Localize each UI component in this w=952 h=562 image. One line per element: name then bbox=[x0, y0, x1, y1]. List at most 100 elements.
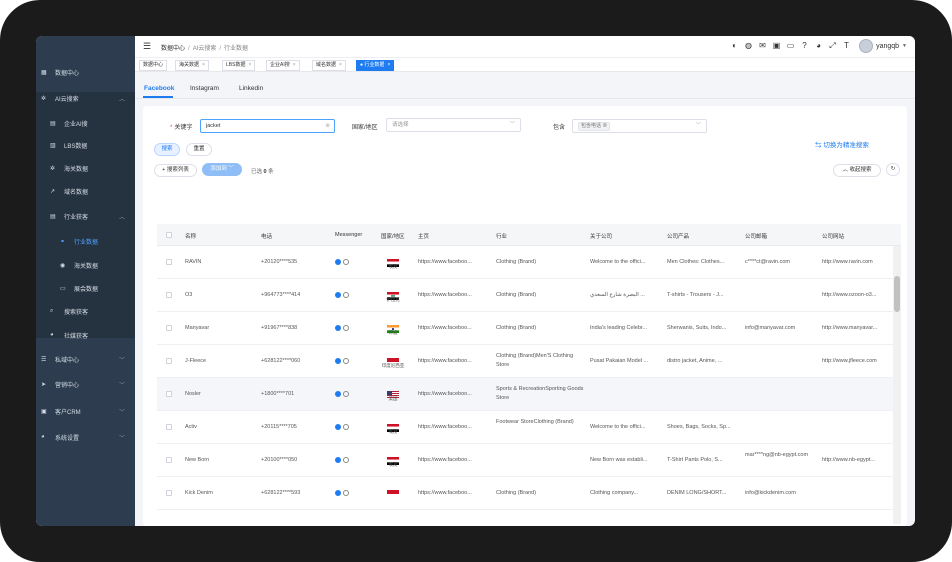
clear-icon[interactable]: ⊗ bbox=[325, 120, 330, 132]
tab-enterprise-ai[interactable]: 企业AI搜 × bbox=[266, 60, 300, 71]
cell-homepage[interactable]: https://www.faceboo... bbox=[418, 291, 490, 300]
table-row[interactable]: Activ +20115****705 埃及 https://www.faceboo.… bbox=[157, 411, 893, 444]
sidebar-item-marketing[interactable]: ➤ 营销中心 ﹀ bbox=[36, 373, 135, 395]
row-checkbox[interactable] bbox=[166, 358, 172, 364]
sidebar-item-customs-data[interactable]: ◉ 海关数据 bbox=[36, 254, 135, 276]
globe-icon[interactable]: ◕ bbox=[814, 41, 823, 50]
search-button[interactable]: 搜索 bbox=[154, 143, 180, 156]
monitor-icon[interactable]: ▭ bbox=[786, 41, 795, 50]
close-icon[interactable]: × bbox=[387, 62, 390, 68]
add-icon[interactable] bbox=[343, 292, 349, 298]
mail-icon[interactable]: ✉ bbox=[758, 41, 767, 50]
row-checkbox[interactable] bbox=[166, 457, 172, 463]
row-checkbox[interactable] bbox=[166, 259, 172, 265]
breadcrumb-item[interactable]: AI云搜索 bbox=[193, 46, 217, 52]
help-icon[interactable]: ? bbox=[800, 41, 809, 50]
messenger-icon[interactable] bbox=[335, 424, 341, 430]
tab-data-center[interactable]: 数据中心 bbox=[139, 60, 168, 71]
close-icon[interactable]: × bbox=[202, 62, 205, 68]
cell-website[interactable]: http://www.manyavar... bbox=[822, 324, 892, 333]
table-row[interactable]: Kick Denim +628122****593 https://www.face… bbox=[157, 477, 893, 510]
add-icon[interactable] bbox=[343, 325, 349, 331]
messenger-icon[interactable] bbox=[335, 457, 341, 463]
sidebar-item-ai-search[interactable]: ✲ AI云搜索 ︿ bbox=[36, 87, 135, 109]
sidebar-item-crm[interactable]: ▣ 客户CRM ﹀ bbox=[36, 400, 135, 422]
row-checkbox[interactable] bbox=[166, 391, 172, 397]
messenger-icon[interactable] bbox=[335, 391, 341, 397]
cell-homepage[interactable]: https://www.faceboo... bbox=[418, 258, 490, 267]
row-checkbox[interactable] bbox=[166, 424, 172, 430]
tab-industry-data[interactable]: ● 行业数据 × bbox=[356, 60, 395, 71]
table-row[interactable]: New Born +20100****050 埃及 https://www.faceb… bbox=[157, 444, 893, 477]
cell-homepage[interactable]: https://www.faceboo... bbox=[418, 423, 490, 432]
messenger-icon[interactable] bbox=[335, 490, 341, 496]
cell-website[interactable]: http://www.jfleece.com bbox=[822, 357, 892, 366]
contains-chip[interactable]: 包含电话 ⊗ bbox=[578, 122, 611, 131]
menu-toggle-icon[interactable]: ☰ bbox=[143, 41, 151, 52]
fullscreen-icon[interactable]: ⤢ bbox=[828, 41, 837, 50]
add-to-button[interactable]: 添加到 ﹀ bbox=[202, 163, 242, 176]
cell-homepage[interactable]: https://www.faceboo... bbox=[418, 456, 490, 465]
table-row[interactable]: Nosler +1800****701 美国 https://www.faceboo.… bbox=[157, 378, 893, 411]
tab-linkedin[interactable]: Linkedin bbox=[239, 85, 263, 92]
cell-homepage[interactable]: https://www.faceboo... bbox=[418, 324, 490, 333]
tab-lbs[interactable]: LBS数据 × bbox=[222, 60, 256, 71]
sidebar-item-industry-data[interactable]: ⚭ 行业数据 bbox=[36, 230, 135, 252]
cell-homepage[interactable]: https://www.faceboo... bbox=[418, 357, 490, 366]
row-checkbox[interactable] bbox=[166, 325, 172, 331]
font-size-icon[interactable]: T bbox=[842, 41, 851, 50]
messenger-icon[interactable] bbox=[335, 358, 341, 364]
theme-icon[interactable]: ◐ bbox=[730, 41, 739, 50]
sidebar-item-data-center[interactable]: ▦ 数据中心 bbox=[36, 61, 135, 83]
search-list-button[interactable]: + 搜索列表 bbox=[154, 164, 197, 177]
add-icon[interactable] bbox=[343, 358, 349, 364]
sidebar-item-settings[interactable]: ◕ 系统设置 ﹀ bbox=[36, 426, 135, 448]
tab-domain[interactable]: 域名数据 × bbox=[312, 60, 346, 71]
sidebar-item-lbs[interactable]: ▥ LBS数据 bbox=[36, 134, 135, 156]
collapse-search-button[interactable]: ︿ 收起搜索 bbox=[833, 164, 881, 177]
table-row[interactable]: RAVIN +20120****535 埃及 https://www.faceboo.… bbox=[157, 246, 893, 279]
reset-button[interactable]: 重置 bbox=[186, 143, 212, 156]
tab-instagram[interactable]: Instagram bbox=[190, 85, 219, 92]
cell-homepage[interactable]: https://www.faceboo... bbox=[418, 390, 490, 399]
country-select[interactable]: 请选择 ﹀ bbox=[386, 118, 521, 132]
cell-website[interactable]: http://www.nb-egypt... bbox=[822, 456, 892, 465]
keyword-input[interactable]: jacket ⊗ bbox=[200, 119, 335, 133]
close-icon[interactable]: × bbox=[293, 62, 296, 68]
add-icon[interactable] bbox=[343, 490, 349, 496]
table-row[interactable]: J-Fleece +628122****060 印度尼西亚 https://www.f… bbox=[157, 345, 893, 378]
sidebar-item-expo-data[interactable]: ▭ 展会数据 bbox=[36, 277, 135, 299]
messenger-icon[interactable] bbox=[335, 325, 341, 331]
switch-precise-search-link[interactable]: ⇆ 切换为精准搜索 bbox=[815, 139, 869, 149]
calendar-icon[interactable]: ▣ bbox=[772, 41, 781, 50]
sidebar-item-industry-acquire[interactable]: ▤ 行业获客 ︿ bbox=[36, 205, 135, 227]
table-row[interactable]: Manyavar +91967****838 印度 https://www.faceb… bbox=[157, 312, 893, 345]
cell-website[interactable]: http://www.ravin.com bbox=[822, 258, 892, 267]
sidebar-item-customs[interactable]: ✲ 海关数据 bbox=[36, 157, 135, 179]
tab-customs[interactable]: 海关数据 × bbox=[175, 60, 209, 71]
table-scrollbar[interactable] bbox=[893, 246, 901, 524]
add-icon[interactable] bbox=[343, 457, 349, 463]
cell-website[interactable]: http://www.ozoon-o3... bbox=[822, 291, 892, 300]
close-icon[interactable]: × bbox=[248, 62, 251, 68]
refresh-button[interactable]: ↻ bbox=[886, 163, 900, 176]
select-all-checkbox[interactable] bbox=[166, 232, 172, 238]
breadcrumb-item[interactable]: 数据中心 bbox=[161, 46, 185, 52]
row-checkbox[interactable] bbox=[166, 490, 172, 496]
sidebar-item-social-acquire[interactable]: ◕ 社媒获客 bbox=[36, 324, 135, 346]
contains-select[interactable]: 包含电话 ⊗ ﹀ bbox=[572, 119, 707, 133]
sidebar-item-enterprise-ai[interactable]: ▤ 企业AI搜 bbox=[36, 112, 135, 134]
close-icon[interactable]: × bbox=[339, 62, 342, 68]
sidebar-item-domain[interactable]: ↗ 域名数据 bbox=[36, 180, 135, 202]
add-icon[interactable] bbox=[343, 391, 349, 397]
sidebar-item-search-acquire[interactable]: ⌕ 搜索获客 bbox=[36, 300, 135, 322]
add-icon[interactable] bbox=[343, 259, 349, 265]
tab-facebook[interactable]: Facebook bbox=[144, 85, 174, 92]
sidebar-item-private-center[interactable]: ☰ 私域中心 ﹀ bbox=[36, 348, 135, 370]
cell-homepage[interactable]: https://www.faceboo... bbox=[418, 489, 490, 498]
messenger-icon[interactable] bbox=[335, 292, 341, 298]
scrollbar-thumb[interactable] bbox=[894, 276, 900, 312]
messenger-icon[interactable] bbox=[335, 259, 341, 265]
table-row[interactable]: O3 +964773****414 伊拉克 https://www.faceboo..… bbox=[157, 279, 893, 312]
user-menu[interactable]: yangqb ▼ bbox=[859, 39, 907, 53]
